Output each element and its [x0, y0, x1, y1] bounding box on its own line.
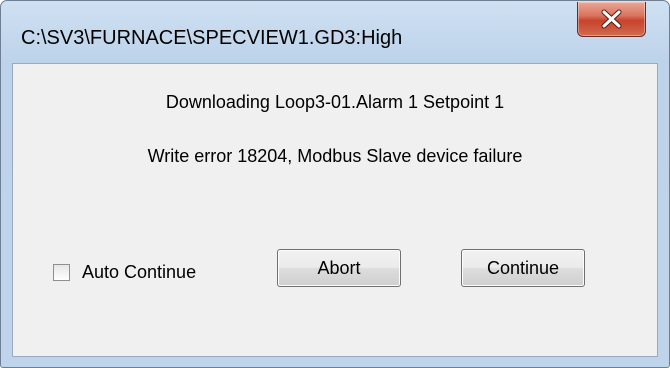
continue-button[interactable]: Continue [461, 249, 585, 287]
download-status-message: Downloading Loop3-01.Alarm 1 Setpoint 1 [165, 92, 505, 112]
window-title: C:\SV3\FURNACE\SPECVIEW1.GD3:High [21, 27, 403, 49]
auto-continue-label: Auto Continue [82, 261, 197, 282]
auto-continue-checkbox[interactable]: Auto Continue [53, 261, 196, 283]
close-icon [601, 9, 622, 29]
close-button[interactable] [577, 2, 646, 37]
dialog-window: C:\SV3\FURNACE\SPECVIEW1.GD3:High Downlo… [0, 0, 670, 368]
abort-button[interactable]: Abort [277, 249, 401, 287]
dialog-body: Downloading Loop3-01.Alarm 1 Setpoint 1 … [12, 63, 658, 357]
title-bar[interactable]: C:\SV3\FURNACE\SPECVIEW1.GD3:High [1, 1, 669, 63]
error-message: Write error 18204, Modbus Slave device f… [147, 146, 523, 166]
checkbox-box[interactable] [53, 263, 70, 281]
